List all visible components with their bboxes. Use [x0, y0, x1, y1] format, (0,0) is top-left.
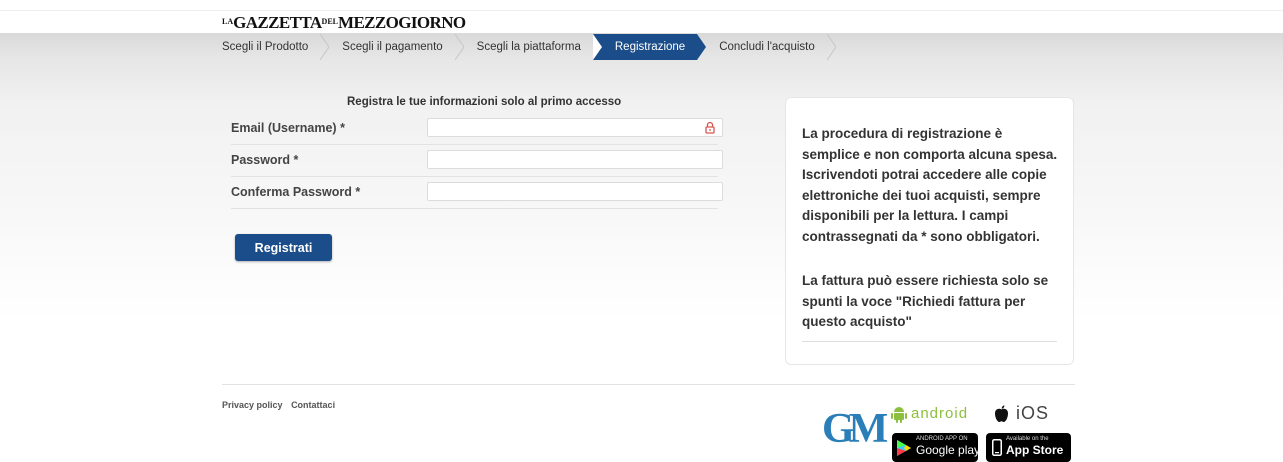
footer-divider — [222, 384, 1075, 385]
step-scegli-piattaforma[interactable]: Scegli la piattaforma — [455, 34, 593, 60]
password-label: Password * — [231, 153, 299, 167]
app-store-badge[interactable]: Available on the App Store — [986, 433, 1071, 462]
ios-badge[interactable]: iOS — [994, 403, 1064, 425]
password-field[interactable] — [427, 150, 723, 169]
email-field[interactable] — [427, 118, 723, 137]
lock-icon[interactable] — [705, 121, 715, 134]
contact-link[interactable]: Contattaci — [291, 400, 335, 410]
checkout-steps: Scegli il Prodotto Scegli il pagamento S… — [222, 34, 836, 60]
confirm-password-field[interactable] — [427, 182, 723, 201]
info-divider — [802, 341, 1057, 342]
chevron-right-icon — [826, 34, 836, 60]
privacy-policy-link[interactable]: Privacy policy — [222, 400, 283, 410]
google-play-small-text: ANDROID APP ON — [916, 436, 968, 442]
form-title: Registra le tue informazioni solo al pri… — [347, 96, 622, 108]
top-divider — [0, 10, 1283, 11]
android-label: android — [911, 405, 969, 422]
step-concludi-acquisto[interactable]: Concludi l'acquisto — [697, 34, 836, 60]
ios-label: iOS — [1016, 403, 1050, 423]
email-row: Email (Username) * — [231, 113, 723, 145]
chevron-right-icon — [320, 34, 330, 60]
info-invoice-text: La fattura può essere richiesta solo se … — [802, 273, 1049, 329]
password-row: Password * — [231, 145, 723, 177]
phone-icon — [992, 439, 1002, 456]
confirm-password-label: Conferma Password * — [231, 185, 361, 199]
register-button[interactable]: Registrati — [235, 234, 332, 261]
step-registrazione[interactable]: Registrazione — [592, 34, 707, 60]
site-logo[interactable]: LAGAZZETTADELMEZZOGIORNO — [222, 12, 466, 32]
chevron-right-icon — [454, 34, 464, 60]
info-panel: La procedura di registrazione è semplice… — [785, 97, 1074, 365]
app-store-small-text: Available on the — [1006, 436, 1049, 442]
app-store-text: App Store — [1006, 443, 1064, 457]
footer-links: Privacy policy Contattaci — [222, 400, 341, 410]
email-label: Email (Username) * — [231, 121, 345, 135]
android-badge[interactable]: android — [889, 404, 981, 424]
gm-logo[interactable]: GM — [822, 404, 888, 454]
step-scegli-pagamento[interactable]: Scegli il pagamento — [320, 34, 464, 60]
google-play-icon — [897, 440, 911, 456]
info-registration-text: La procedura di registrazione è semplice… — [802, 126, 1058, 244]
google-play-badge[interactable]: ANDROID APP ON Google play — [892, 433, 981, 462]
confirm-password-row: Conferma Password * — [231, 177, 723, 209]
google-play-text: Google play — [916, 443, 981, 457]
apple-icon — [995, 405, 1008, 422]
android-robot-icon — [891, 407, 907, 423]
step-scegli-prodotto[interactable]: Scegli il Prodotto — [222, 34, 330, 60]
